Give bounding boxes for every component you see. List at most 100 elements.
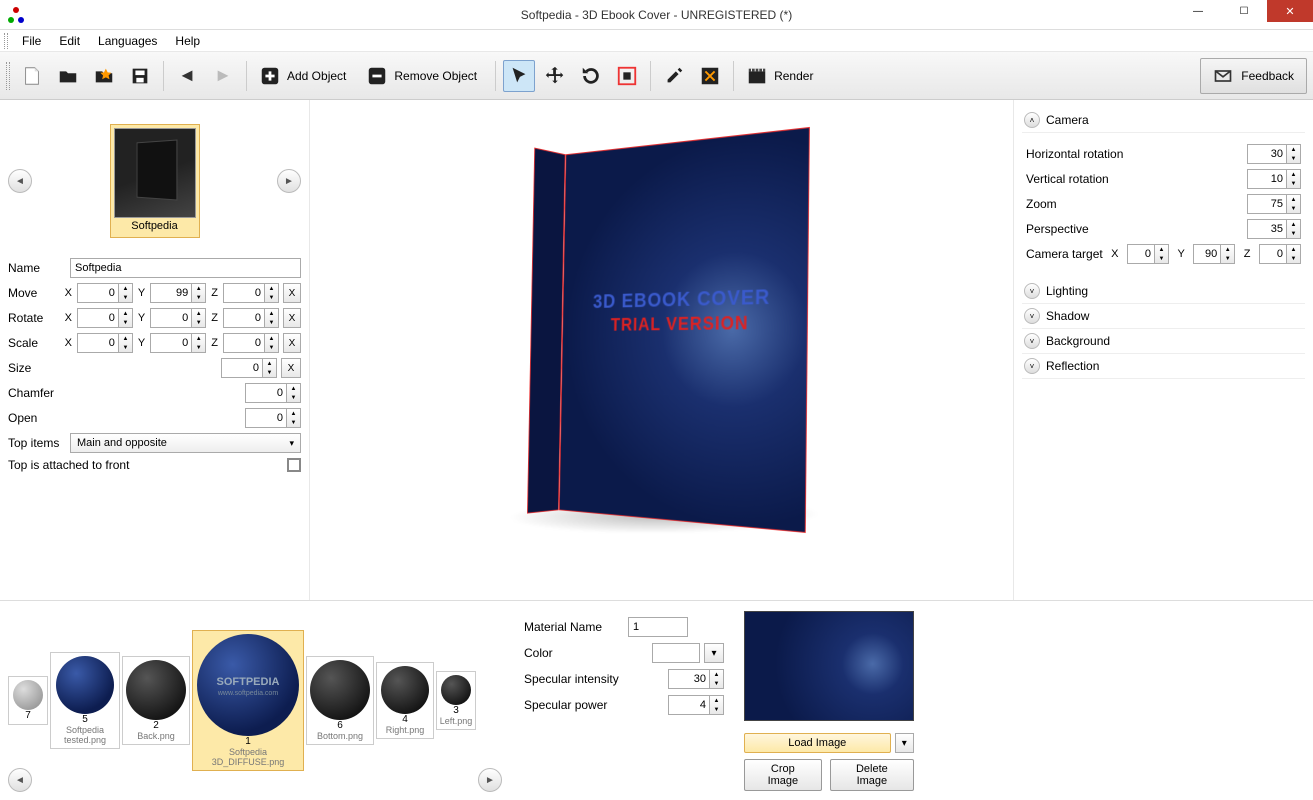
spinner-arrows[interactable]: ▲▼ (1155, 244, 1169, 264)
spinner-arrows[interactable]: ▲▼ (1287, 169, 1301, 189)
maximize-button[interactable]: ☐ (1221, 0, 1267, 22)
spinner-arrows[interactable]: ▲▼ (1287, 194, 1301, 214)
perspective-input[interactable] (1247, 219, 1287, 239)
next-material-button[interactable]: ► (478, 768, 502, 792)
eyedropper-button[interactable] (658, 60, 690, 92)
material-name-input[interactable] (628, 617, 688, 637)
open-input[interactable] (245, 408, 287, 428)
material-name: Back.png (137, 731, 175, 741)
spinner-arrows[interactable]: ▲▼ (265, 308, 279, 328)
prev-material-button[interactable]: ◄ (8, 768, 32, 792)
material-card[interactable]: 7 (8, 676, 48, 725)
scale-reset-button[interactable]: X (283, 333, 301, 353)
select-tool-button[interactable] (503, 60, 535, 92)
spinner-arrows[interactable]: ▲▼ (119, 308, 133, 328)
render-button[interactable]: Render (741, 60, 824, 92)
top-attached-checkbox[interactable] (287, 458, 301, 472)
spinner-arrows[interactable]: ▲▼ (119, 333, 133, 353)
viewport[interactable]: 3D EBOOK COVER TRIAL VERSION (310, 100, 1013, 600)
move-tool-button[interactable] (539, 60, 571, 92)
next-object-button[interactable]: ► (277, 169, 301, 193)
move-z-input[interactable] (223, 283, 265, 303)
material-card[interactable]: 3 Left.png (436, 671, 476, 730)
move-y-input[interactable] (150, 283, 192, 303)
target-y-input[interactable] (1193, 244, 1221, 264)
reflection-section-header[interactable]: ˅Reflection (1022, 354, 1305, 379)
open-file-button[interactable] (52, 60, 84, 92)
spinner-arrows[interactable]: ▲▼ (287, 383, 301, 403)
rotate-z-input[interactable] (223, 308, 265, 328)
material-card[interactable]: 2 Back.png (122, 656, 190, 745)
rotate-x-input[interactable] (77, 308, 119, 328)
new-file-button[interactable] (16, 60, 48, 92)
prev-object-button[interactable]: ◄ (8, 169, 32, 193)
specular-intensity-input[interactable] (668, 669, 710, 689)
undo-button[interactable]: ◄ (171, 60, 203, 92)
vertical-rotation-input[interactable] (1247, 169, 1287, 189)
size-reset-button[interactable]: X (281, 358, 301, 378)
spinner-arrows[interactable]: ▲▼ (265, 283, 279, 303)
remove-object-button[interactable]: Remove Object (361, 60, 488, 92)
spinner-arrows[interactable]: ▲▼ (119, 283, 133, 303)
chamfer-input[interactable] (245, 383, 287, 403)
camera-section-header[interactable]: ˄ Camera (1022, 108, 1305, 133)
delete-image-button[interactable]: Delete Image (830, 759, 914, 791)
move-x-input[interactable] (77, 283, 119, 303)
scale-y-input[interactable] (150, 333, 192, 353)
redo-button[interactable]: ► (207, 60, 239, 92)
load-image-dropdown[interactable]: ▾ (895, 733, 914, 753)
rotate-tool-button[interactable] (575, 60, 607, 92)
spinner-arrows[interactable]: ▲▼ (265, 333, 279, 353)
color-swatch[interactable] (652, 643, 700, 663)
zoom-input[interactable] (1247, 194, 1287, 214)
close-button[interactable]: ✕ (1267, 0, 1313, 22)
spinner-arrows[interactable]: ▲▼ (1287, 244, 1301, 264)
material-card[interactable]: 4 Right.png (376, 662, 434, 739)
main-area: ◄ Softpedia ► Name Move X▲▼ Y▲▼ Z▲▼ X Ro… (0, 100, 1313, 600)
material-card[interactable]: 6 Bottom.png (306, 656, 374, 745)
spinner-arrows[interactable]: ▲▼ (710, 669, 724, 689)
target-z-input[interactable] (1259, 244, 1287, 264)
menu-file[interactable]: File (14, 32, 49, 50)
load-image-button[interactable]: Load Image (744, 733, 891, 753)
spinner-arrows[interactable]: ▲▼ (1221, 244, 1235, 264)
horizontal-rotation-input[interactable] (1247, 144, 1287, 164)
scale-x-input[interactable] (77, 333, 119, 353)
rotate-y-input[interactable] (150, 308, 192, 328)
move-reset-button[interactable]: X (283, 283, 301, 303)
spinner-arrows[interactable]: ▲▼ (710, 695, 724, 715)
spinner-arrows[interactable]: ▲▼ (287, 408, 301, 428)
top-items-combo[interactable]: Main and opposite (70, 433, 301, 453)
spinner-arrows[interactable]: ▲▼ (192, 333, 206, 353)
spinner-arrows[interactable]: ▲▼ (263, 358, 277, 378)
open-favorite-button[interactable] (88, 60, 120, 92)
material-card[interactable]: 5 Softpedia tested.png (50, 652, 120, 749)
size-input[interactable] (221, 358, 263, 378)
color-dropdown-button[interactable]: ▾ (704, 643, 724, 663)
menu-languages[interactable]: Languages (90, 32, 165, 50)
scale-tool-button[interactable] (611, 60, 643, 92)
feedback-button[interactable]: Feedback (1200, 58, 1307, 94)
menu-help[interactable]: Help (167, 32, 208, 50)
rotate-reset-button[interactable]: X (283, 308, 301, 328)
menu-edit[interactable]: Edit (51, 32, 88, 50)
material-card-selected[interactable]: SOFTPEDIA www.softpedia.com 1 Softpedia … (192, 630, 304, 771)
effects-button[interactable] (694, 60, 726, 92)
crop-image-button[interactable]: Crop Image (744, 759, 822, 791)
name-input[interactable] (70, 258, 301, 278)
spinner-arrows[interactable]: ▲▼ (192, 308, 206, 328)
shadow-section-header[interactable]: ˅Shadow (1022, 304, 1305, 329)
add-object-button[interactable]: Add Object (254, 60, 357, 92)
spinner-arrows[interactable]: ▲▼ (1287, 144, 1301, 164)
specular-power-input[interactable] (668, 695, 710, 715)
object-thumbnail[interactable]: Softpedia (110, 124, 200, 238)
scale-z-input[interactable] (223, 333, 265, 353)
minimize-button[interactable]: — (1175, 0, 1221, 22)
background-section-header[interactable]: ˅Background (1022, 329, 1305, 354)
target-x-input[interactable] (1127, 244, 1155, 264)
lighting-section-header[interactable]: ˅Lighting (1022, 279, 1305, 304)
spinner-arrows[interactable]: ▲▼ (1287, 219, 1301, 239)
spinner-arrows[interactable]: ▲▼ (192, 283, 206, 303)
save-button[interactable] (124, 60, 156, 92)
material-number: 1 (245, 736, 251, 747)
